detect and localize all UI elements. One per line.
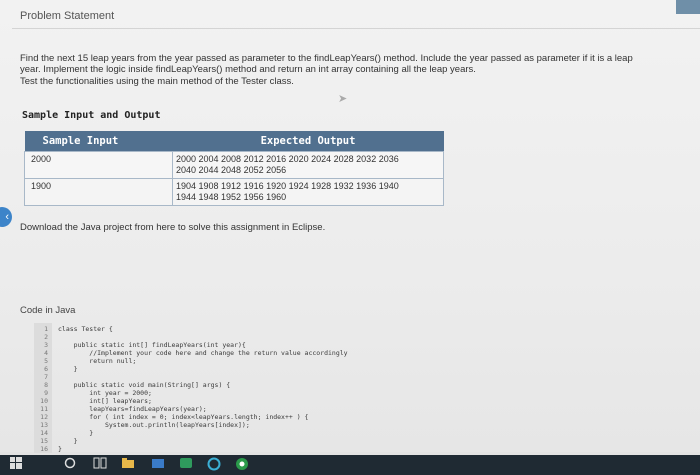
code-text: public static void main(String[] args) {: [58, 381, 231, 389]
code-text: return null;: [58, 357, 137, 365]
sample-input-cell: 1900: [24, 178, 173, 206]
search-icon[interactable]: [62, 457, 78, 473]
code-text: System.out.println(leapYears[index]);: [58, 421, 250, 429]
code-text: class Tester {: [58, 325, 113, 333]
expected-output-cell: 1904 1908 1912 1916 1920 1924 1928 1932 …: [172, 178, 444, 206]
code-text: public static int[] findLeapYears(int ye…: [58, 341, 246, 349]
code-text: int year = 2000;: [58, 389, 152, 397]
section-title: Problem Statement: [20, 10, 115, 22]
code-text: leapYears=findLeapYears(year);: [58, 405, 207, 413]
sample-input-cell: 2000: [24, 151, 173, 179]
code-text: for ( int index = 0; index<leapYears.len…: [58, 413, 309, 421]
corner-badge: [676, 0, 700, 14]
table-row: 1900 1904 1908 1912 1916 1920 1924 1928 …: [24, 178, 444, 206]
download-link[interactable]: Download the Java project from here to s…: [20, 222, 325, 233]
code-text: }: [58, 445, 62, 453]
code-text: //Implement your code here and change th…: [58, 349, 348, 357]
divider: [12, 28, 700, 29]
code-text: }: [58, 365, 78, 373]
code-editor[interactable]: 1 class Tester {2 3 public static int[] fi…: [34, 323, 700, 455]
taskbar: [0, 455, 700, 475]
output-line: 1944 1948 1952 1956 1960: [176, 192, 287, 202]
file-explorer-icon[interactable]: [120, 457, 136, 473]
line-number: 16: [40, 445, 48, 453]
column-header-input: Sample Input: [24, 131, 173, 152]
windows-icon[interactable]: [8, 457, 24, 473]
output-line: 2040 2044 2048 2052 2056: [176, 165, 287, 175]
browser-page: Problem Statement Find the next 15 leap …: [0, 0, 700, 455]
code-text: }: [58, 437, 78, 445]
sample-table: Sample Input Expected Output 2000 2000 2…: [24, 131, 444, 206]
mouse-cursor-icon: ➤: [338, 93, 348, 105]
code-line: 16}: [34, 445, 634, 454]
sample-heading: Sample Input and Output: [22, 110, 161, 121]
output-line: 1904 1908 1912 1916 1920 1924 1928 1932 …: [176, 181, 399, 191]
edge-icon[interactable]: [206, 457, 222, 473]
expected-output-cell: 2000 2004 2008 2012 2016 2020 2024 2028 …: [172, 151, 444, 179]
code-language-label: Code in Java: [20, 305, 76, 316]
previous-arrow-icon[interactable]: ‹: [0, 207, 12, 227]
chrome-icon[interactable]: [234, 457, 250, 473]
table-row: 2000 2000 2004 2008 2012 2016 2020 2024 …: [24, 151, 444, 179]
problem-text-line-2: year. Implement the logic inside findLea…: [20, 64, 476, 75]
task-view-icon[interactable]: [92, 457, 108, 473]
column-header-output: Expected Output: [172, 131, 444, 152]
code-text: int[] leapYears;: [58, 397, 152, 405]
store-icon[interactable]: [150, 457, 166, 473]
app-icon[interactable]: [178, 457, 194, 473]
code-text: }: [58, 429, 94, 437]
problem-text-line-3: Test the functionalities using the main …: [20, 76, 294, 87]
output-line: 2000 2004 2008 2012 2016 2020 2024 2028 …: [176, 154, 399, 164]
